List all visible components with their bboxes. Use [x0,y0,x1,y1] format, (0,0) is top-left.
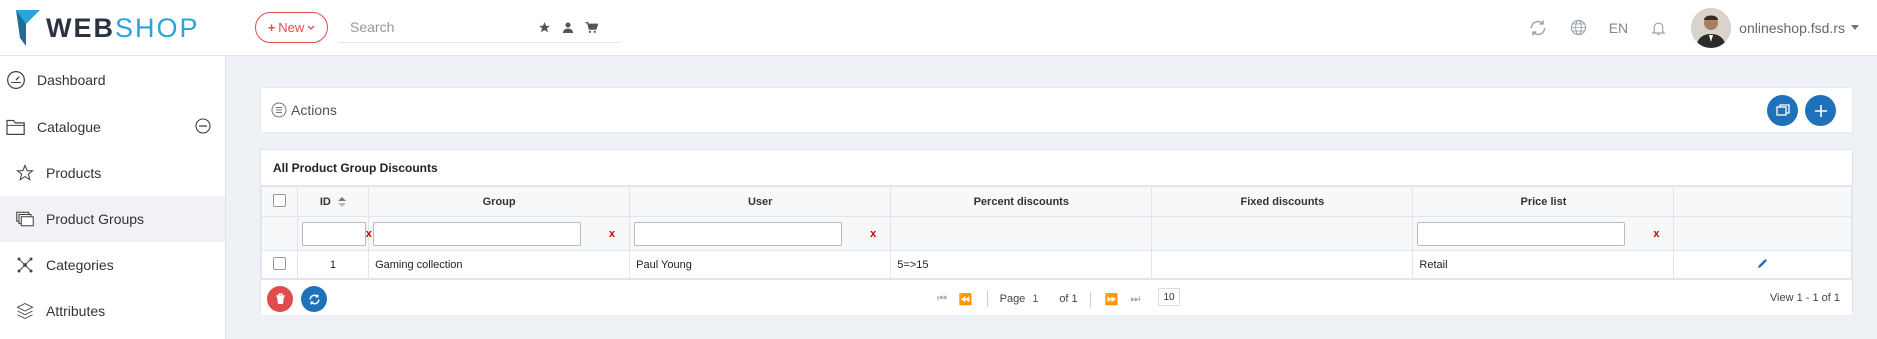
language-selector[interactable]: EN [1609,20,1628,36]
sidebar-item-product-groups[interactable]: Product Groups [0,196,225,242]
refresh-icon [308,294,320,304]
sidebar-item-attributes[interactable]: Attributes [0,288,225,334]
reload-button[interactable] [301,286,327,312]
sidebar-item-label: Products [46,165,102,181]
first-page-icon[interactable]: ⏮ [937,293,947,306]
user-icon[interactable] [562,21,574,34]
avatar[interactable] [1691,7,1732,48]
sidebar: Dashboard Catalogue Products Product Gro… [0,56,226,339]
column-header-group[interactable]: Group [368,186,631,217]
clear-filter-group[interactable]: x [609,228,615,240]
discounts-grid: All Product Group Discounts ID Group Use… [260,149,1853,315]
sidebar-item-label: Categories [46,257,114,273]
page-number-input[interactable] [1029,290,1056,308]
top-header: WEBSHOP + New EN [0,0,1877,56]
plus-icon [1814,104,1827,117]
actions-panel: Actions [260,87,1853,133]
edit-pencil-icon[interactable] [1757,258,1768,269]
sidebar-item-catalogue[interactable]: Catalogue [0,103,225,150]
page-label: Page [999,293,1026,305]
clear-filter-user[interactable]: x [870,228,876,240]
page-count: of 1 [1059,293,1078,305]
discounts-table: ID Group User Percent discounts Fixed di… [261,186,1852,279]
clear-filter-price-list[interactable]: x [1653,228,1659,240]
column-header-id[interactable]: ID [296,186,370,217]
add-button[interactable] [1805,95,1836,126]
menu-circle-icon [271,102,287,118]
sidebar-item-dashboard[interactable]: Dashboard [0,56,225,103]
sidebar-item-categories[interactable]: Categories [0,242,225,288]
cell-percent: 5=>15 [890,250,1153,279]
new-button[interactable]: + New [255,12,328,43]
sidebar-item-products[interactable]: Products [0,150,225,196]
search-input[interactable] [338,19,528,35]
refresh-icon[interactable] [1528,18,1548,38]
dashboard-icon [5,69,27,91]
delete-button[interactable] [267,286,293,312]
table-row[interactable]: 1 Gaming collection Paul Young 5=>15 Ret… [261,250,1852,279]
copy-button[interactable] [1767,95,1798,126]
user-photo-icon [1691,7,1732,48]
caret-down-icon [1851,24,1859,30]
user-menu[interactable]: onlineshop.fsd.rs [1739,20,1859,36]
actions-label: Actions [291,102,337,118]
pager: ⏮ ⏪ Page of 1 ⏩ ⏭ 10 View 1 - 1 of 1 [261,279,1852,315]
star-icon [14,162,36,184]
filter-price-list-input[interactable] [1417,221,1626,246]
cell-id: 1 [296,250,370,279]
next-page-icon[interactable]: ⏩ [1105,293,1119,306]
cell-fixed [1151,250,1414,279]
column-header-fixed-discounts[interactable]: Fixed discounts [1151,186,1414,217]
last-page-icon[interactable]: ⏭ [1130,293,1140,306]
star-icon[interactable] [538,21,551,34]
folder-icon [5,116,27,138]
logo-mark-icon [16,10,40,46]
cell-price-list: Retail [1412,250,1675,279]
grid-title: All Product Group Discounts [261,150,1852,186]
header-row: ID Group User Percent discounts Fixed di… [261,186,1852,217]
filter-group-input[interactable] [373,221,582,246]
column-header-actions [1673,186,1852,217]
webshop-logo[interactable]: WEBSHOP [16,6,200,50]
sidebar-item-label: Attributes [46,303,106,319]
sidebar-item-label: Catalogue [37,118,101,135]
cell-user: Paul Young [629,250,892,279]
column-header-percent-discounts[interactable]: Percent discounts [890,186,1153,217]
chevron-down-icon [307,25,315,30]
select-all-checkbox[interactable] [272,193,286,207]
trash-icon [275,293,285,304]
filter-id-input[interactable] [301,221,366,246]
row-checkbox[interactable] [272,256,286,270]
globe-icon[interactable] [1570,19,1587,36]
new-button-label: New [278,20,305,35]
pager-nav: ⏮ ⏪ Page of 1 ⏩ ⏭ [937,290,1140,308]
network-icon [14,254,36,276]
layers-icon [14,208,36,230]
select-all-cell [261,186,298,217]
cell-group: Gaming collection [368,250,631,279]
column-header-price-list[interactable]: Price list [1412,186,1675,217]
prev-page-icon[interactable]: ⏪ [959,293,973,306]
cart-icon[interactable] [585,21,598,34]
filter-user-input[interactable] [634,221,843,246]
user-name: onlineshop.fsd.rs [1739,19,1845,36]
search-bar [338,12,620,43]
copy-icon [1775,104,1790,116]
column-header-user[interactable]: User [629,186,892,217]
plus-icon: + [267,20,276,35]
page-size-select[interactable]: 10 [1158,288,1180,306]
sort-icon [337,196,346,207]
view-info: View 1 - 1 of 1 [1769,292,1840,304]
filter-row: x x x x [261,216,1852,251]
logo-text: WEBSHOP [46,12,200,43]
sidebar-item-label: Product Groups [46,211,145,227]
actions-toggle[interactable]: Actions [271,102,337,118]
collapse-icon[interactable] [195,118,211,137]
clear-filter-id[interactable]: x [366,228,372,240]
stack-icon [14,300,36,322]
bell-icon[interactable] [1650,19,1667,37]
sidebar-item-label: Dashboard [37,71,106,88]
